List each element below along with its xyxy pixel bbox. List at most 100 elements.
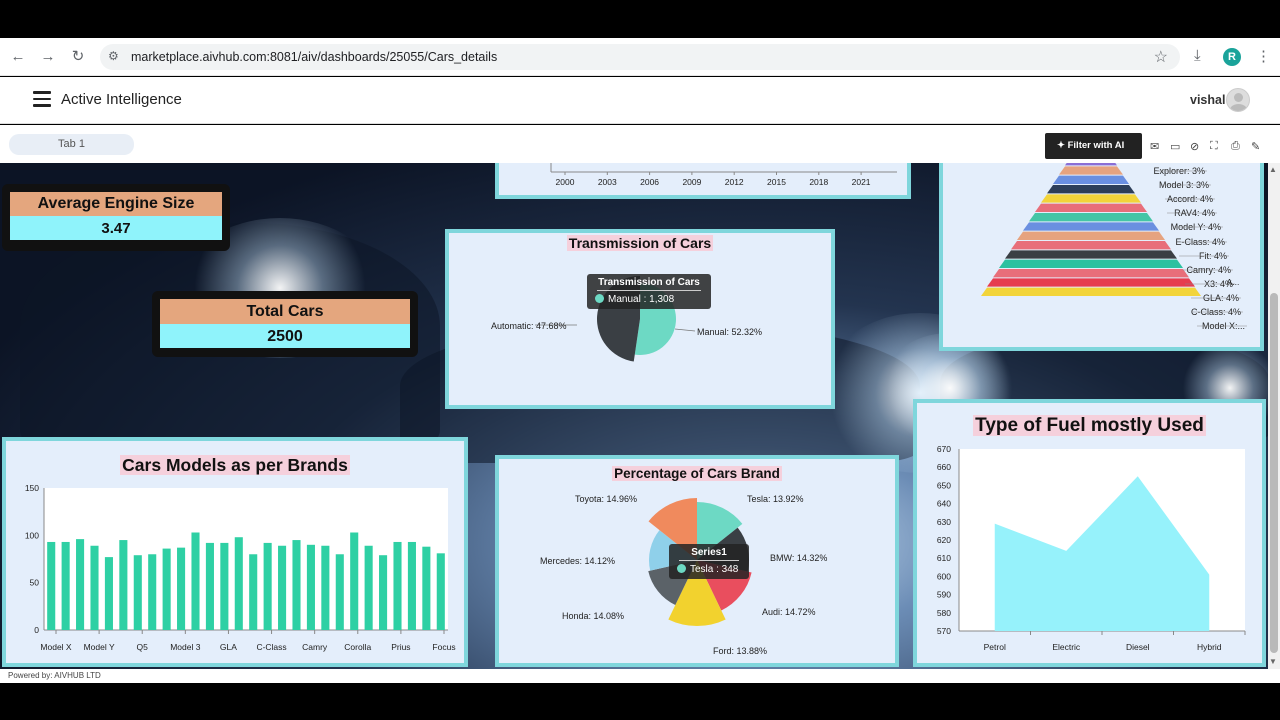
download-icon[interactable]: ⤓: [1194, 47, 1201, 64]
funnel-segment: [1041, 194, 1141, 203]
y-tick-label: 100: [25, 530, 39, 540]
bar: [393, 541, 402, 630]
bar: [263, 542, 272, 630]
year-chart-card: 280000 2000 2003 2006 2009 2012 2015 2018 2021: [495, 163, 911, 199]
address-bar[interactable]: ⚙ marketplace.aivhub.com:8081/aiv/dashbo…: [100, 44, 1180, 70]
year-chart-x-tick: 2021: [852, 177, 871, 187]
label-automatic: Automatic: 47.68%: [491, 321, 567, 331]
label-leader-line: [674, 328, 696, 332]
bar: [133, 555, 142, 630]
transmission-pie[interactable]: [449, 233, 831, 405]
year-chart-x-tick: 2003: [598, 177, 617, 187]
bookmark-star-icon[interactable]: ☆: [1154, 47, 1168, 67]
bar: [148, 554, 157, 630]
y-tick-label: 580: [937, 608, 951, 618]
back-icon[interactable]: ←: [8, 47, 28, 67]
x-tick-label: Q5: [137, 642, 149, 652]
bar: [119, 540, 128, 630]
year-chart-y-tick: 280000: [520, 163, 547, 164]
bar: [47, 541, 56, 630]
edit-icon[interactable]: ✎: [1251, 140, 1260, 153]
bar: [321, 545, 330, 630]
kpi-total-value: 2500: [160, 324, 410, 348]
x-tick-label: Model X: [40, 642, 72, 652]
bar: [292, 540, 301, 630]
hamburger-menu-icon[interactable]: [33, 91, 51, 107]
bar: [364, 545, 373, 630]
bar: [249, 554, 258, 630]
bar: [90, 545, 99, 630]
browser-menu-icon[interactable]: ⋮: [1256, 47, 1271, 65]
kpi-average-engine-size: Average Engine Size 3.47: [2, 184, 230, 251]
screen-bottom-bar: [0, 683, 1280, 720]
y-tick-label: 670: [937, 444, 951, 454]
x-tick-label: Hybrid: [1197, 642, 1222, 652]
scroll-thumb[interactable]: [1270, 293, 1278, 653]
print-icon[interactable]: ⎙: [1231, 140, 1240, 153]
funnel-segment: [999, 259, 1183, 268]
model-share-funnel-card: Explorer: 3% Model 3: 3% Accord: 4% RAV4: 4…: [939, 163, 1264, 351]
plot-area: [44, 488, 448, 630]
profile-avatar[interactable]: R: [1223, 48, 1241, 66]
label-mercedes: Mercedes: 14.12%: [540, 556, 616, 566]
y-tick-label: 0: [34, 625, 39, 635]
y-tick-label: 650: [937, 480, 951, 490]
clear-filter-icon[interactable]: ⊘: [1190, 140, 1199, 153]
fullscreen-icon[interactable]: ⛶: [1210, 140, 1218, 153]
x-tick-label: Model Y: [84, 642, 115, 652]
funnel-segment: [1023, 222, 1159, 231]
x-tick-label: Model 3: [170, 642, 201, 652]
email-icon[interactable]: ✉: [1150, 140, 1159, 153]
x-tick-label: GLA: [220, 642, 237, 652]
funnel-segment: [1029, 213, 1153, 222]
page-scrollbar[interactable]: ▲ ▼: [1268, 163, 1280, 669]
bar: [162, 548, 171, 630]
y-tick-label: 630: [937, 517, 951, 527]
fuel-type-chart-card: Type of Fuel mostly Used 570 580 590 600 610…: [913, 399, 1266, 667]
bar: [436, 553, 445, 630]
user-avatar[interactable]: [1226, 88, 1250, 112]
year-chart-x-tick: 2009: [682, 177, 701, 187]
funnel-segment: [1035, 203, 1147, 212]
url-text[interactable]: marketplace.aivhub.com:8081/aiv/dashboar…: [131, 50, 497, 64]
fuel-area-chart[interactable]: 570 580 590 600 610 620 630 640 650 660 670 Petrol E…: [917, 403, 1262, 663]
bar: [407, 541, 416, 630]
brands-models-bar-chart[interactable]: 0 50 100 150 Model X Model Y Q5 Model 3 GLA C-Cla…: [6, 441, 464, 663]
funnel-segment: [1053, 175, 1129, 184]
x-tick-label: Diesel: [1126, 642, 1150, 652]
comment-icon[interactable]: ▭: [1170, 140, 1180, 153]
bar: [306, 544, 315, 630]
bar: [379, 555, 388, 630]
kpi-engine-value: 3.47: [10, 216, 222, 240]
year-chart: 280000 2000 2003 2006 2009 2012 2015 2018 2021: [520, 163, 897, 187]
scroll-down-icon[interactable]: ▼: [1269, 657, 1277, 666]
bar: [220, 542, 229, 630]
dashboard-tab-bar: Tab 1 ✦ Filter with AI ✉ ▭ ⊘ ⛶ ⎙ ✎: [0, 125, 1280, 163]
brands-models-chart-card: Cars Models as per Brands 0 50 100 150 Model…: [2, 437, 468, 667]
reload-icon[interactable]: ↻: [68, 47, 88, 67]
user-name[interactable]: vishal: [1190, 93, 1225, 107]
bar: [350, 532, 359, 630]
label-ford: Ford: 13.88%: [713, 646, 768, 656]
x-tick-label: Petrol: [984, 642, 1006, 652]
funnel-segment: [1047, 185, 1135, 194]
tab-1[interactable]: Tab 1: [9, 134, 134, 155]
bar: [335, 554, 344, 630]
y-tick-label: 590: [937, 590, 951, 600]
model-share-funnel[interactable]: Explorer: 3%Model 3: 3%Accord: 4%RAV4: 4…: [943, 163, 1260, 347]
bar: [278, 545, 287, 630]
dashboard-canvas: 280000 20002003200620092012201520182021 …: [0, 163, 1268, 669]
browser-toolbar: ← → ↻ ⚙ marketplace.aivhub.com:8081/aiv/…: [0, 38, 1280, 76]
site-settings-icon[interactable]: ⚙: [108, 49, 119, 63]
forward-icon[interactable]: →: [38, 47, 58, 67]
y-tick-label: 620: [937, 535, 951, 545]
funnel-segment: [1065, 163, 1117, 166]
filter-with-ai-button[interactable]: ✦ Filter with AI: [1045, 133, 1142, 159]
scroll-up-icon[interactable]: ▲: [1269, 165, 1277, 174]
bar: [191, 532, 200, 630]
brand-tooltip: Series1 Tesla : 348: [669, 544, 749, 579]
label-honda: Honda: 14.08%: [562, 611, 625, 621]
funnel-segment: [1059, 166, 1123, 175]
bar: [76, 539, 85, 630]
y-tick-label: 150: [25, 483, 39, 493]
